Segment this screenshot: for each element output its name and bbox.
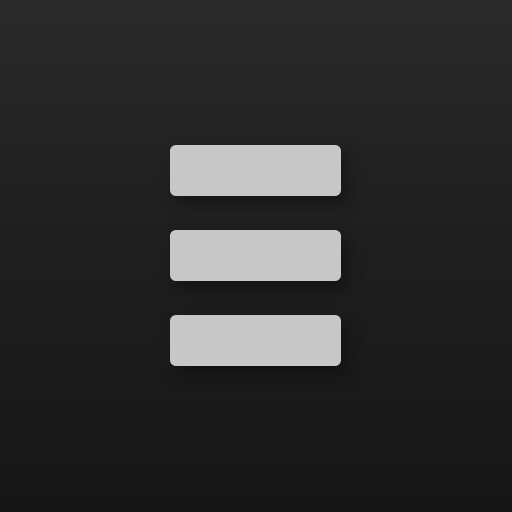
menu-bar-top — [170, 145, 341, 196]
hamburger-menu-icon — [170, 145, 341, 366]
app-icon-background — [0, 0, 512, 512]
menu-bar-middle — [170, 230, 341, 281]
menu-bar-bottom — [170, 315, 341, 366]
